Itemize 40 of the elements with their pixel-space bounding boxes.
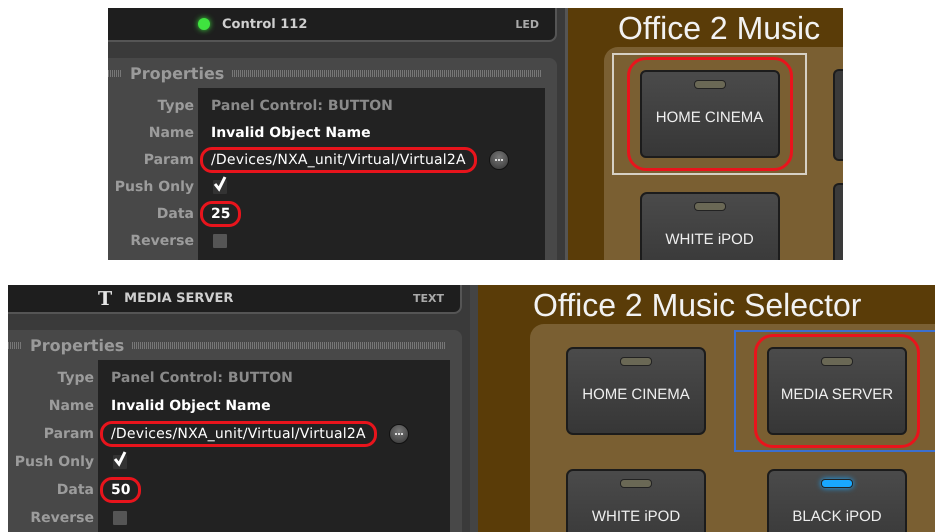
text-type-icon: T (98, 288, 112, 310)
panel-button[interactable]: WHITE iPOD (566, 469, 706, 532)
property-label: Name (148, 124, 195, 140)
property-label: Reverse (29, 510, 95, 526)
highlighted-property-value[interactable]: /Devices/NXA_unit/Virtual/Virtual2A (100, 421, 377, 447)
object-type-tag: TEXT (412, 292, 444, 305)
property-value: Panel Control: BUTTON (210, 96, 394, 116)
browse-button[interactable] (488, 150, 509, 170)
property-value[interactable]: Invalid Object Name (100, 393, 282, 419)
property-label: Reverse (129, 232, 195, 248)
property-label: Type (56, 370, 95, 386)
property-label: Push Only (114, 178, 195, 194)
panel-title: Office 2 Music Selector (532, 286, 862, 324)
panel-button[interactable]: WHITE iPOD (640, 192, 780, 260)
highlighted-property-value[interactable]: 50 (100, 477, 142, 503)
checkbox[interactable] (212, 178, 228, 194)
checkbox[interactable] (112, 510, 128, 526)
object-title: Control 112 (222, 16, 308, 32)
property-label: Data (56, 482, 95, 498)
property-value[interactable]: Invalid Object Name (200, 120, 382, 146)
panel-button[interactable]: HOME CINEMA (566, 347, 706, 435)
browse-button[interactable] (388, 424, 409, 444)
panel-title: Office 2 Music (617, 9, 822, 47)
checkbox[interactable] (112, 454, 128, 470)
properties-heading: Properties (130, 64, 224, 82)
property-label: Param (42, 426, 95, 442)
checkbox[interactable] (212, 232, 228, 248)
highlighted-property-value[interactable]: 25 (200, 200, 242, 226)
property-label: Param (142, 152, 195, 168)
object-title: MEDIA SERVER (124, 291, 234, 306)
highlighted-property-value[interactable]: /Devices/NXA_unit/Virtual/Virtual2A (200, 146, 477, 172)
property-value: Panel Control: BUTTON (110, 369, 294, 388)
property-label: Name (48, 398, 95, 414)
property-label: Push Only (14, 454, 95, 470)
property-label: Data (156, 206, 195, 222)
led-icon (198, 18, 210, 30)
property-label: Type (156, 98, 195, 114)
panel-button[interactable]: BLACK iPOD (767, 469, 907, 532)
properties-heading: Properties (30, 336, 124, 354)
object-type-tag: LED (515, 18, 539, 30)
